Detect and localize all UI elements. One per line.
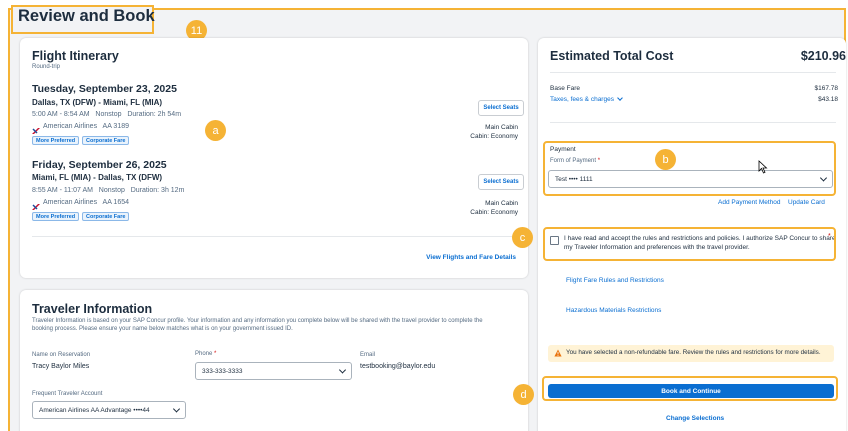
itinerary-title: Flight Itinerary xyxy=(32,49,119,63)
flight-1-carrier: American Airlines AA 3189 xyxy=(43,123,129,130)
frequent-traveler-value: American Airlines AA Advantage ••••44 xyxy=(39,406,150,414)
flight-2-date: Friday, September 26, 2025 xyxy=(32,159,167,171)
agreement-highlight xyxy=(543,227,836,261)
flight-1-select-seats-button[interactable]: Select Seats xyxy=(478,100,524,116)
taxes-value: $43.18 xyxy=(818,96,838,103)
name-label: Name on Reservation xyxy=(32,352,91,358)
taxes-fees-toggle[interactable]: Taxes, fees & charges xyxy=(550,95,623,103)
warning-icon xyxy=(554,349,562,357)
update-card-link[interactable]: Update Card xyxy=(788,199,825,206)
phone-label-text: Phone xyxy=(195,351,213,357)
flight-itinerary-card: Flight Itinerary Round-trip Tuesday, Sep… xyxy=(20,38,528,278)
flight-fare-rules-link[interactable]: Flight Fare Rules and Restrictions xyxy=(566,277,664,284)
warning-text: You have selected a non-refundable fare.… xyxy=(566,349,821,356)
flight-2-carrier: American Airlines AA 1654 xyxy=(43,199,129,206)
taxes-label: Taxes, fees & charges xyxy=(550,96,614,103)
payment-highlight xyxy=(543,141,836,196)
flight-1-cabin-class: Cabin: Economy xyxy=(470,133,518,140)
flight-2-select-seats-button[interactable]: Select Seats xyxy=(478,174,524,190)
phone-field[interactable]: 333-333-3333 xyxy=(195,362,352,380)
traveler-information-card: Traveler Information Traveler Informatio… xyxy=(20,290,528,431)
flight-1-tag-preferred: More Preferred xyxy=(32,136,80,145)
marker-b: b xyxy=(655,149,676,170)
frequent-traveler-select[interactable]: American Airlines AA Advantage ••••44 xyxy=(32,401,186,419)
flight-2-tag-preferred: More Preferred xyxy=(32,212,80,221)
flight-1-date: Tuesday, September 23, 2025 xyxy=(32,83,177,95)
cost-divider-2 xyxy=(550,122,836,123)
cost-title: Estimated Total Cost xyxy=(550,49,674,63)
email-value: testbooking@baylor.edu xyxy=(360,363,436,370)
page-title: Review and Book xyxy=(18,7,155,25)
traveler-description-2: booking process. Please ensure your name… xyxy=(32,326,293,332)
flight-1-route: Dallas, TX (DFW) - Miami, FL (MIA) xyxy=(32,98,163,107)
base-fare-value: $167.78 xyxy=(814,85,839,92)
view-flights-fare-details-link[interactable]: View Flights and Fare Details xyxy=(426,254,516,261)
add-payment-method-link[interactable]: Add Payment Method xyxy=(718,199,781,206)
itinerary-divider xyxy=(32,236,518,237)
marker-d: d xyxy=(513,384,534,405)
chevron-down-icon xyxy=(172,405,181,413)
required-asterisk: * xyxy=(214,351,217,357)
frequent-traveler-label: Frequent Traveler Account xyxy=(32,391,103,397)
mouse-cursor-icon xyxy=(758,160,768,179)
marker-c: c xyxy=(512,227,533,248)
flight-2-route: Miami, FL (MIA) - Dallas, TX (DFW) xyxy=(32,173,163,182)
chevron-down-icon xyxy=(616,95,623,101)
flight-1-cabin: Main Cabin xyxy=(485,124,518,131)
marker-a: a xyxy=(205,120,226,141)
chevron-down-icon xyxy=(338,366,347,374)
trip-type: Round-trip xyxy=(32,64,61,70)
name-value: Tracy Baylor Miles xyxy=(32,363,90,370)
flight-1-times: 5:00 AM - 8:54 AM Nonstop Duration: 2h 5… xyxy=(32,111,182,118)
traveler-title: Traveler Information xyxy=(32,302,153,316)
hazardous-materials-link[interactable]: Hazardous Materials Restrictions xyxy=(566,307,661,314)
phone-label: Phone * xyxy=(195,351,216,357)
flight-2-cabin: Main Cabin xyxy=(485,200,518,207)
flight-1-tag-corporate: Corporate Fare xyxy=(82,136,130,145)
flight-2-cabin-class: Cabin: Economy xyxy=(470,209,518,216)
flight-2-tag-corporate: Corporate Fare xyxy=(82,212,130,221)
email-label: Email xyxy=(360,352,376,358)
non-refundable-warning: You have selected a non-refundable fare.… xyxy=(548,345,834,362)
phone-value: 333-333-3333 xyxy=(202,367,243,375)
cost-divider xyxy=(550,72,836,73)
change-selections-link[interactable]: Change Selections xyxy=(666,415,724,422)
base-fare-label: Base Fare xyxy=(550,85,580,92)
traveler-description-1: Traveler Information is based on your SA… xyxy=(32,318,483,324)
cost-total: $210.96 xyxy=(800,49,846,63)
flight-2-times: 8:55 AM - 11:07 AM Nonstop Duration: 3h … xyxy=(32,187,185,194)
book-button-highlight xyxy=(542,376,838,401)
